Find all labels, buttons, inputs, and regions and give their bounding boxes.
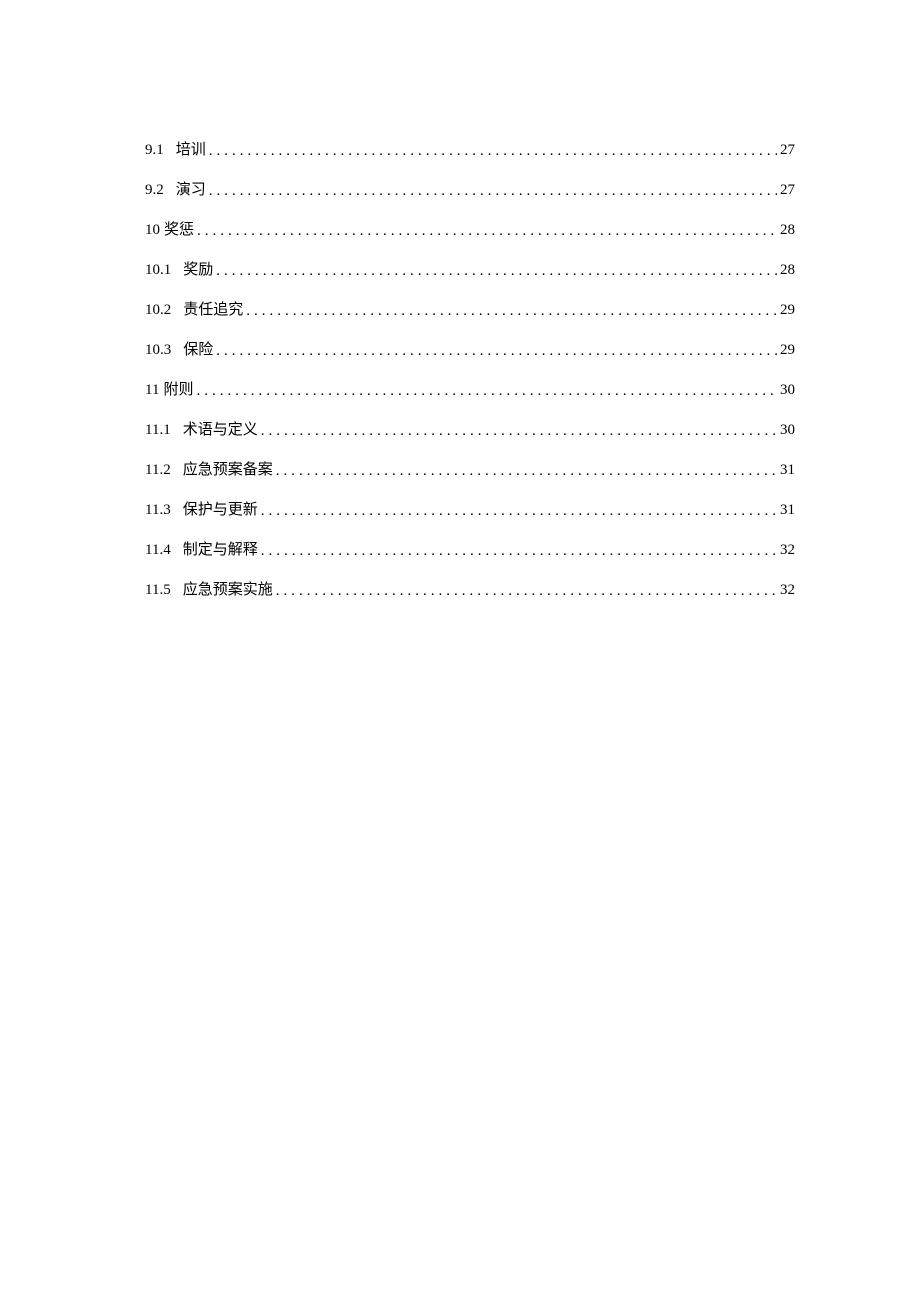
toc-dots bbox=[261, 543, 777, 560]
toc-title: 保险 bbox=[183, 338, 213, 359]
toc-title: 责任追究 bbox=[183, 298, 243, 319]
toc-dots bbox=[246, 303, 777, 320]
toc-title: 培训 bbox=[176, 138, 206, 159]
toc-number: 11.1 bbox=[145, 422, 171, 439]
toc-number: 10.2 bbox=[145, 302, 171, 319]
toc-entry: 11.3 保护与更新 31 bbox=[145, 498, 795, 519]
toc-dots bbox=[209, 183, 777, 200]
toc-number: 11.3 bbox=[145, 502, 171, 519]
toc-entry: 11.2 应急预案备案 31 bbox=[145, 458, 795, 479]
toc-page: 30 bbox=[780, 382, 795, 399]
toc-title: 保护与更新 bbox=[183, 498, 258, 519]
toc-entry: 11.5 应急预案实施 32 bbox=[145, 578, 795, 599]
toc-title: 应急预案备案 bbox=[183, 458, 273, 479]
toc-entry: 10.2 责任追究 29 bbox=[145, 298, 795, 319]
toc-page: 27 bbox=[780, 182, 795, 199]
toc-entry: 11.4 制定与解释 32 bbox=[145, 538, 795, 559]
toc-number: 11 bbox=[145, 382, 159, 399]
toc-dots bbox=[261, 423, 777, 440]
toc-entry: 9.2 演习 27 bbox=[145, 178, 795, 199]
table-of-contents: 9.1 培训 27 9.2 演习 27 10 奖惩 28 10.1 奖励 28 … bbox=[145, 138, 795, 599]
toc-page: 32 bbox=[780, 542, 795, 559]
toc-entry: 10.1 奖励 28 bbox=[145, 258, 795, 279]
toc-page: 32 bbox=[780, 582, 795, 599]
toc-dots bbox=[216, 263, 777, 280]
toc-page: 31 bbox=[780, 502, 795, 519]
toc-title: 演习 bbox=[176, 178, 206, 199]
toc-number: 11.4 bbox=[145, 542, 171, 559]
toc-dots bbox=[276, 583, 777, 600]
toc-dots bbox=[196, 383, 777, 400]
toc-title: 奖惩 bbox=[164, 218, 194, 239]
toc-number: 10.1 bbox=[145, 262, 171, 279]
toc-number: 10 bbox=[145, 222, 160, 239]
toc-entry: 11 附则 30 bbox=[145, 378, 795, 399]
toc-page: 30 bbox=[780, 422, 795, 439]
toc-entry: 11.1 术语与定义 30 bbox=[145, 418, 795, 439]
toc-dots bbox=[197, 223, 777, 240]
toc-dots bbox=[216, 343, 777, 360]
toc-page: 28 bbox=[780, 262, 795, 279]
toc-page: 29 bbox=[780, 342, 795, 359]
toc-page: 27 bbox=[780, 142, 795, 159]
toc-entry: 9.1 培训 27 bbox=[145, 138, 795, 159]
toc-title: 奖励 bbox=[183, 258, 213, 279]
toc-page: 31 bbox=[780, 462, 795, 479]
toc-dots bbox=[276, 463, 777, 480]
toc-number: 9.1 bbox=[145, 142, 164, 159]
toc-number: 10.3 bbox=[145, 342, 171, 359]
toc-dots bbox=[261, 503, 777, 520]
toc-number: 11.5 bbox=[145, 582, 171, 599]
toc-title: 制定与解释 bbox=[183, 538, 258, 559]
toc-title: 应急预案实施 bbox=[183, 578, 273, 599]
toc-number: 9.2 bbox=[145, 182, 164, 199]
toc-page: 29 bbox=[780, 302, 795, 319]
toc-title: 附则 bbox=[163, 378, 193, 399]
toc-page: 28 bbox=[780, 222, 795, 239]
toc-title: 术语与定义 bbox=[183, 418, 258, 439]
toc-entry: 10 奖惩 28 bbox=[145, 218, 795, 239]
toc-number: 11.2 bbox=[145, 462, 171, 479]
toc-entry: 10.3 保险 29 bbox=[145, 338, 795, 359]
toc-dots bbox=[209, 143, 777, 160]
